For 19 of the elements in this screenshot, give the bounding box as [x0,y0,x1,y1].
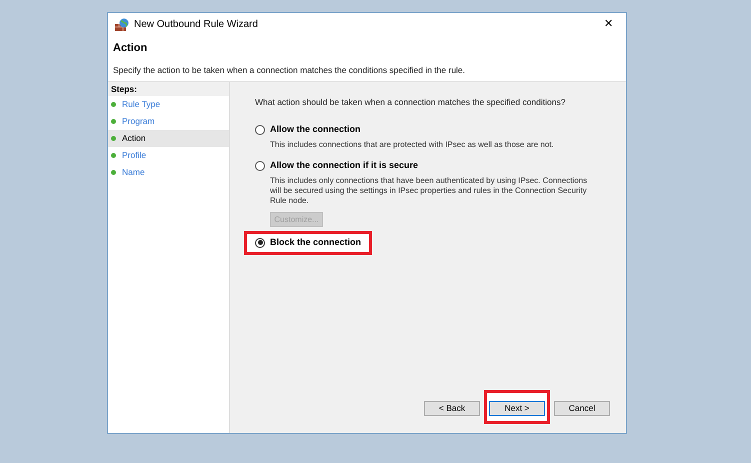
step-item[interactable]: Rule Type [108,96,229,113]
radio-option[interactable]: Allow the connection if it is secure [255,158,418,172]
wizard-button[interactable]: Next > [489,400,545,416]
radio-option[interactable]: Allow the connection [255,122,361,136]
step-item[interactable]: Name [108,164,229,181]
wizard-button[interactable]: Cancel [554,400,610,416]
steps-header: Steps: [108,82,229,96]
page-description: Specify the action to be taken when a connection matches the conditions specified in the rule. [113,64,466,76]
page-heading: Action [113,41,148,56]
firewall-globe-icon [115,18,129,30]
close-button[interactable]: ✕ [598,16,619,32]
option-description: This includes connections that are protected with IPsec as well as those are not. [270,140,555,150]
step-item[interactable]: Action [108,130,229,147]
question-text: What action should be taken when a connection matches the specified conditions? [255,96,566,109]
option-description: This includes only connections that have been authenticated by using IPsec. Connections will be secured using the settings in IPsec properties and rules in the Connection Security Rule node. [270,176,588,206]
step-item[interactable]: Profile [108,147,229,164]
window-title: New Outbound Rule Wizard [134,18,258,32]
wizard-button[interactable]: < Back [424,400,480,416]
step-item[interactable]: Program [108,113,229,130]
